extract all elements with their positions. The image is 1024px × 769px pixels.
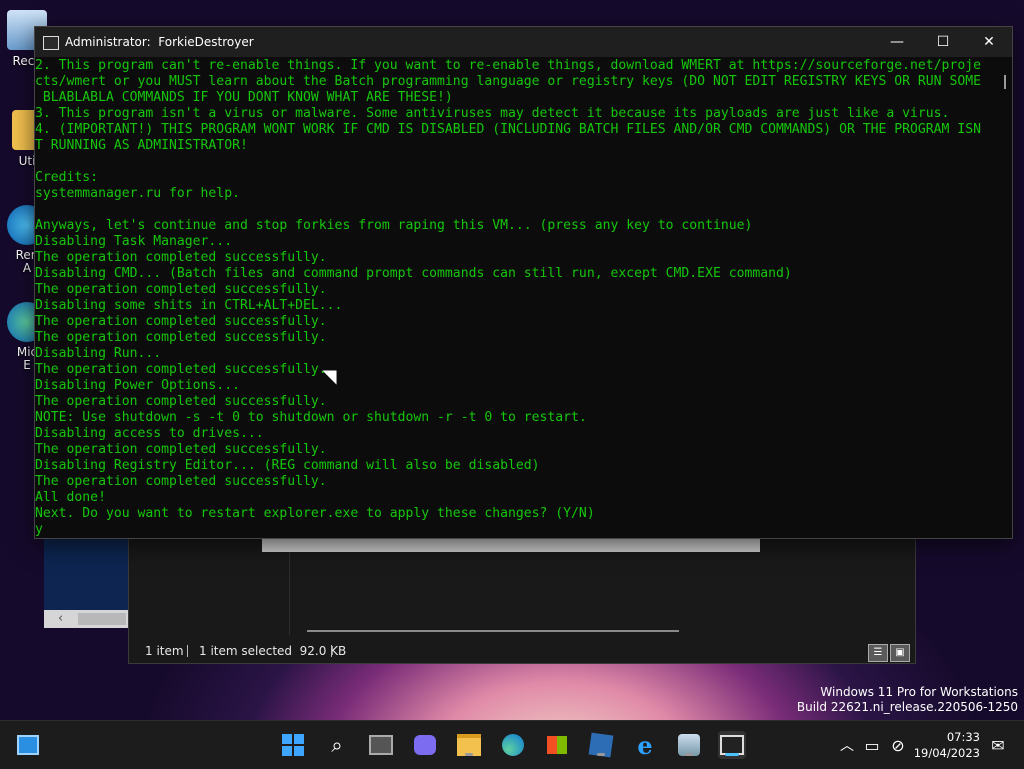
- control-panel-icon[interactable]: [675, 731, 703, 759]
- widgets-icon[interactable]: [14, 731, 42, 759]
- console-line: Next. Do you want to restart explorer.ex…: [35, 506, 595, 521]
- maximize-button[interactable]: ☐: [920, 27, 966, 57]
- running-indicator: [465, 753, 473, 756]
- taskbar: ⌕ e ︿ ▭ ⊘ 07:33 19/04/2023 ✉: [0, 720, 1024, 769]
- console-line: The operation completed successfully.: [35, 250, 327, 265]
- window-title: Administrator: ForkieDestroyer: [65, 35, 254, 49]
- console-line: All done!: [35, 490, 106, 505]
- running-indicator: [597, 753, 605, 756]
- console-line: Disabling Task Manager...: [35, 234, 233, 249]
- horizontal-scrollbar[interactable]: ‹: [44, 610, 130, 628]
- file-explorer-icon[interactable]: [455, 731, 483, 759]
- console-line: systemmanager.ru for help.: [35, 186, 240, 201]
- app-icon[interactable]: [587, 731, 615, 759]
- watermark-edition: Windows 11 Pro for Workstations: [820, 685, 1018, 699]
- scrollbar-thumb[interactable]: [78, 613, 126, 625]
- details-view-icon[interactable]: ☰: [868, 644, 888, 662]
- console-line: The operation completed successfully.: [35, 362, 327, 377]
- console-line: Disabling access to drives...: [35, 426, 264, 441]
- console-line: T RUNNING AS ADMINISTRATOR!: [35, 138, 248, 153]
- volume-muted-icon[interactable]: ⊘: [884, 731, 912, 759]
- status-separator: [331, 645, 332, 657]
- console-line: The operation completed successfully.: [35, 330, 327, 345]
- console-titlebar[interactable]: Administrator: ForkieDestroyer — ☐ ✕: [35, 27, 1012, 57]
- console-line: Credits:: [35, 170, 99, 185]
- explorer-nav-pane: [44, 536, 130, 610]
- console-line: The operation completed successfully.: [35, 394, 327, 409]
- console-line: 2. This program can't re-enable things. …: [35, 58, 981, 73]
- running-indicator: [685, 753, 693, 756]
- clock-time: 07:33: [946, 730, 980, 744]
- console-line: Disabling Run...: [35, 346, 162, 361]
- chevron-up-icon[interactable]: ︿: [833, 731, 861, 759]
- store-icon[interactable]: [543, 731, 571, 759]
- console-line: The operation completed successfully.: [35, 474, 327, 489]
- edge-icon[interactable]: [499, 731, 527, 759]
- console-line: Disabling CMD... (Batch files and comman…: [35, 266, 792, 281]
- network-icon[interactable]: ▭: [858, 731, 886, 759]
- console-output[interactable]: 2. This program can't re-enable things. …: [35, 58, 997, 536]
- console-line: Anyways, let's continue and stop forkies…: [35, 218, 753, 233]
- search-icon[interactable]: ⌕: [323, 731, 351, 759]
- minimize-button[interactable]: —: [874, 27, 920, 57]
- status-separator: [187, 645, 188, 657]
- console-line: Disabling Registry Editor... (REG comman…: [35, 458, 540, 473]
- large-icons-view-icon[interactable]: ▣: [890, 644, 910, 662]
- console-line: y: [35, 522, 997, 536]
- console-window[interactable]: Administrator: ForkieDestroyer — ☐ ✕ 2. …: [34, 26, 1013, 539]
- clock-date: 19/04/2023: [913, 746, 980, 760]
- console-line: NOTE: Use shutdown -s -t 0 to shutdown o…: [35, 410, 587, 425]
- console-icon: [43, 36, 59, 50]
- console-icon[interactable]: [718, 731, 746, 759]
- content-scrollbar[interactable]: [307, 630, 679, 632]
- windows-watermark: Windows 11 Pro for Workstations Build 22…: [797, 685, 1018, 715]
- console-line: The operation completed successfully.: [35, 282, 327, 297]
- console-line: 4. (IMPORTANT!) THIS PROGRAM WONT WORK I…: [35, 122, 981, 137]
- console-line: BLABLABLA COMMANDS IF YOU DONT KNOW WHAT…: [35, 90, 453, 105]
- clock[interactable]: 07:33 19/04/2023: [914, 729, 980, 761]
- console-line: Disabling Power Options...: [35, 378, 240, 393]
- console-line: Disabling some shits in CTRL+ALT+DEL...: [35, 298, 343, 313]
- console-line: The operation completed successfully.: [35, 442, 327, 457]
- notification-icon[interactable]: ✉: [984, 731, 1012, 759]
- internet-explorer-icon[interactable]: e: [631, 731, 659, 760]
- file-explorer-window: 1 item 1 item selected 92.0 KB ☰ ▣: [128, 536, 916, 664]
- chat-icon[interactable]: [411, 731, 439, 759]
- console-scrollbar[interactable]: [1004, 75, 1006, 89]
- active-indicator: [725, 753, 739, 756]
- console-line: The operation completed successfully.: [35, 314, 327, 329]
- close-button[interactable]: ✕: [966, 27, 1012, 57]
- console-line: 3. This program isn't a virus or malware…: [35, 106, 950, 121]
- scroll-left-icon[interactable]: ‹: [58, 610, 63, 628]
- start-icon[interactable]: [279, 731, 307, 759]
- status-bar: 1 item 1 item selected 92.0 KB ☰ ▣: [129, 639, 915, 663]
- watermark-build: Build 22621.ni_release.220506-1250: [796, 700, 1018, 714]
- console-line: cts/wmert or you MUST learn about the Ba…: [35, 74, 981, 89]
- status-selection: 1 item selected 92.0 KB: [199, 644, 347, 658]
- status-item-count: 1 item: [145, 644, 184, 658]
- task-view-icon[interactable]: [367, 731, 395, 759]
